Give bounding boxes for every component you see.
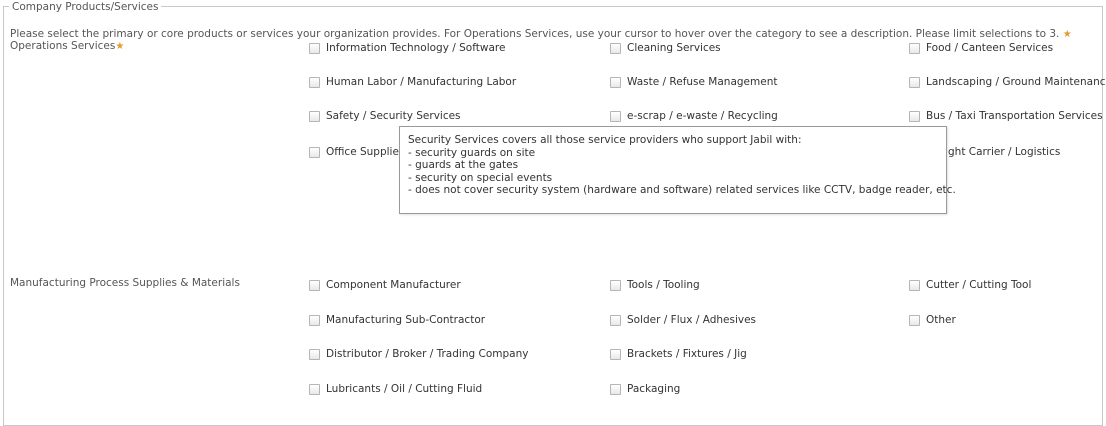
checkbox-cutter-cutting-tool[interactable]: Cutter / Cutting Tool [909, 278, 1031, 292]
operations-services-label: Operations Services★ [10, 40, 124, 53]
checkbox-box[interactable] [610, 76, 621, 88]
security-services-tooltip: Security Services covers all those servi… [399, 126, 956, 214]
required-star-icon: ★ [115, 41, 125, 52]
checkbox-landscaping[interactable]: Landscaping / Ground Maintenance [909, 75, 1106, 89]
checkbox-box[interactable] [610, 314, 621, 326]
checkbox-bus-taxi[interactable]: Bus / Taxi Transportation Services [909, 109, 1103, 123]
checkbox-box[interactable] [309, 348, 320, 360]
tooltip-line: - guards at the gates [408, 159, 519, 172]
checkbox-box[interactable] [610, 42, 621, 54]
checkbox-tools-tooling[interactable]: Tools / Tooling [610, 278, 700, 292]
checkbox-label: Information Technology / Software [326, 42, 506, 54]
checkbox-label: Landscaping / Ground Maintenance [926, 76, 1106, 88]
checkbox-box[interactable] [309, 76, 320, 88]
checkbox-box[interactable] [610, 383, 621, 395]
checkbox-box[interactable] [309, 383, 320, 395]
checkbox-box[interactable] [909, 314, 920, 326]
checkbox-label: Other [926, 314, 956, 326]
tooltip-line: - security guards on site [408, 146, 536, 159]
checkbox-label: Cutter / Cutting Tool [926, 279, 1032, 291]
required-star-icon: ★ [1062, 29, 1072, 40]
checkbox-waste-refuse[interactable]: Waste / Refuse Management [610, 75, 777, 89]
checkbox-human-labor[interactable]: Human Labor / Manufacturing Labor [309, 75, 516, 89]
checkbox-label: Cleaning Services [627, 42, 721, 54]
checkbox-distributor-broker[interactable]: Distributor / Broker / Trading Company [309, 347, 528, 361]
operations-services-label-text: Operations Services [10, 40, 116, 52]
checkbox-label: Office Supplies [326, 146, 405, 158]
checkbox-label: Food / Canteen Services [926, 42, 1054, 54]
checkbox-box[interactable] [309, 110, 320, 122]
checkbox-box[interactable] [909, 110, 920, 122]
tooltip-line: - security on special events [408, 171, 553, 184]
checkbox-cleaning-services[interactable]: Cleaning Services [610, 41, 721, 55]
checkbox-label: Component Manufacturer [326, 279, 461, 291]
checkbox-component-manufacturer[interactable]: Component Manufacturer [309, 278, 461, 292]
checkbox-freight-carrier-partial[interactable]: ght Carrier / Logistics [948, 145, 1060, 159]
checkbox-box[interactable] [610, 110, 621, 122]
checkbox-packaging[interactable]: Packaging [610, 382, 680, 396]
checkbox-lubricants-oil[interactable]: Lubricants / Oil / Cutting Fluid [309, 382, 482, 396]
checkbox-other[interactable]: Other [909, 313, 956, 327]
checkbox-box[interactable] [610, 279, 621, 291]
checkbox-box[interactable] [309, 314, 320, 326]
checkbox-label: Lubricants / Oil / Cutting Fluid [326, 383, 483, 395]
checkbox-label: ght Carrier / Logistics [948, 146, 1061, 158]
checkbox-label: e-scrap / e-waste / Recycling [627, 110, 778, 122]
instructions-body: Please select the primary or core produc… [10, 28, 1060, 40]
checkbox-label: Brackets / Fixtures / Jig [627, 348, 747, 360]
checkbox-label: Human Labor / Manufacturing Labor [326, 76, 517, 88]
company-products-fieldset [3, 6, 1103, 426]
checkbox-office-supplies[interactable]: Office Supplies [309, 145, 404, 159]
checkbox-box[interactable] [309, 146, 320, 158]
checkbox-solder-flux[interactable]: Solder / Flux / Adhesives [610, 313, 756, 327]
checkbox-box[interactable] [309, 279, 320, 291]
checkbox-information-technology[interactable]: Information Technology / Software [309, 41, 505, 55]
checkbox-e-scrap[interactable]: e-scrap / e-waste / Recycling [610, 109, 778, 123]
checkbox-box[interactable] [610, 348, 621, 360]
checkbox-brackets-fixtures[interactable]: Brackets / Fixtures / Jig [610, 347, 747, 361]
checkbox-box[interactable] [909, 76, 920, 88]
checkbox-label: Tools / Tooling [627, 279, 700, 291]
instructions-text: Please select the primary or core produc… [10, 28, 1072, 41]
checkbox-box[interactable] [309, 42, 320, 54]
checkbox-label: Solder / Flux / Adhesives [627, 314, 757, 326]
tooltip-line: Security Services covers all those servi… [408, 134, 802, 146]
tooltip-line: - does not cover security system (hardwa… [408, 184, 956, 197]
checkbox-manufacturing-sub-contractor[interactable]: Manufacturing Sub-Contractor [309, 313, 485, 327]
checkbox-label: Distributor / Broker / Trading Company [326, 348, 529, 360]
checkbox-box[interactable] [909, 42, 920, 54]
manufacturing-supplies-label: Manufacturing Process Supplies & Materia… [10, 277, 240, 289]
checkbox-label: Safety / Security Services [326, 110, 461, 122]
checkbox-label: Waste / Refuse Management [627, 76, 778, 88]
checkbox-safety-security[interactable]: Safety / Security Services [309, 109, 461, 123]
checkbox-label: Manufacturing Sub-Contractor [326, 314, 486, 326]
checkbox-box[interactable] [909, 279, 920, 291]
fieldset-legend: Company Products/Services [9, 1, 162, 13]
checkbox-label: Bus / Taxi Transportation Services [926, 110, 1103, 122]
checkbox-label: Packaging [627, 383, 681, 395]
checkbox-food-canteen[interactable]: Food / Canteen Services [909, 41, 1053, 55]
